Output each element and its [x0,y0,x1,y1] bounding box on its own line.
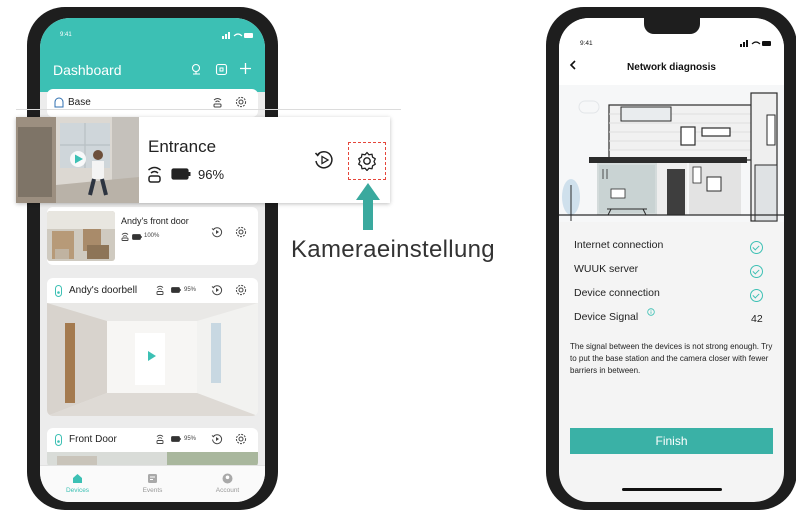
battery-icon [171,168,191,180]
bottom-tab-bar: Devices Events Account [40,465,265,502]
callout-label: Kameraeinstellung [291,236,495,263]
andys-doorbell-video-preview[interactable] [47,303,258,416]
internet-connection-label: Internet connection [574,239,664,251]
page-title: Network diagnosis [627,62,716,73]
add-device-icon[interactable] [239,62,252,75]
dashboard-title: Dashboard [53,62,122,78]
tab-events[interactable]: Events [115,466,190,502]
finish-button[interactable]: Finish [570,428,773,454]
tab-label: Events [142,487,163,494]
playback-icon[interactable] [211,284,223,296]
settings-gear-icon[interactable] [235,96,247,108]
wifi-signal-icon [121,232,129,241]
andys-front-door-name: Andy's front door [121,216,189,226]
callout-arrow-icon [355,183,381,231]
device-signal-value: 42 [751,313,763,325]
entrance-battery: 96% [198,167,225,182]
andys-front-door-card[interactable]: Andy's front door 100% [47,207,258,265]
battery-icon [171,287,181,293]
settings-gear-icon[interactable] [235,226,247,238]
home-indicator [622,488,722,491]
settings-gear-icon[interactable] [357,151,377,171]
camera-settings-highlight[interactable] [348,142,386,180]
camera-add-icon[interactable] [190,63,203,76]
playback-icon[interactable] [211,226,223,238]
check-circle-icon [750,265,763,278]
playback-icon[interactable] [313,149,335,171]
account-icon [222,473,233,484]
dashboard-screen: 9:41 Dashboard Base Andy's front door 10… [40,18,265,502]
wifi-signal-icon [156,285,164,295]
device-signal-label: Device Signal [574,311,639,323]
settings-gear-icon[interactable] [235,284,247,296]
network-diagnosis-screen: 9:41 Network diagnosis Internet connecti… [559,18,784,502]
andys-doorbell-name: Andy's doorbell [69,285,138,296]
doorbell-icon [55,434,62,446]
battery-icon [132,234,142,240]
base-station-icon [54,97,64,108]
status-icons [740,39,772,47]
front-door-name: Front Door [69,434,117,445]
front-door-battery: 95% [184,436,197,442]
signal-warning-message: The signal between the devices is not st… [570,342,773,375]
andys-front-door-battery: 100% [144,233,160,239]
left-phone: 9:41 Dashboard Base Andy's front door 10… [27,7,278,510]
battery-icon [171,436,181,442]
events-icon [147,473,158,484]
home-icon [72,473,83,484]
dashboard-header: 9:41 Dashboard [40,18,265,92]
andys-doorbell-card[interactable]: Andy's doorbell 95% [47,278,258,416]
playback-icon[interactable] [211,433,223,445]
info-icon[interactable] [647,308,655,316]
doorbell-icon [55,285,62,297]
zoom-divider [16,109,401,110]
wifi-signal-icon [147,166,162,183]
entrance-zoom-card[interactable]: Entrance 96% [16,117,390,203]
wuuk-server-label: WUUK server [574,263,639,275]
wifi-signal-icon [156,434,164,444]
andys-front-door-thumbnail[interactable] [47,211,115,261]
tab-label: Account [215,487,240,494]
base-label: Base [68,97,91,108]
status-time: 9:41 [60,32,72,38]
tab-label: Devices [65,487,90,494]
notch [644,18,700,34]
andys-doorbell-battery: 95% [184,287,197,293]
tab-account[interactable]: Account [190,466,265,502]
wifi-signal-icon [213,97,222,108]
house-illustration [559,85,784,222]
front-door-card[interactable]: Front Door 95% [47,428,258,468]
status-icons [222,31,254,39]
settings-gear-icon[interactable] [235,433,247,445]
right-phone: 9:41 Network diagnosis Internet connecti… [546,7,796,510]
device-connection-label: Device connection [574,287,660,299]
status-time: 9:41 [580,40,593,47]
entrance-thumbnail[interactable] [16,117,139,203]
tab-devices[interactable]: Devices [40,466,115,502]
base-card[interactable]: Base [47,89,258,117]
grid-view-icon[interactable] [215,63,228,76]
check-circle-icon [750,241,763,254]
check-circle-icon [750,289,763,302]
entrance-name: Entrance [148,137,217,156]
